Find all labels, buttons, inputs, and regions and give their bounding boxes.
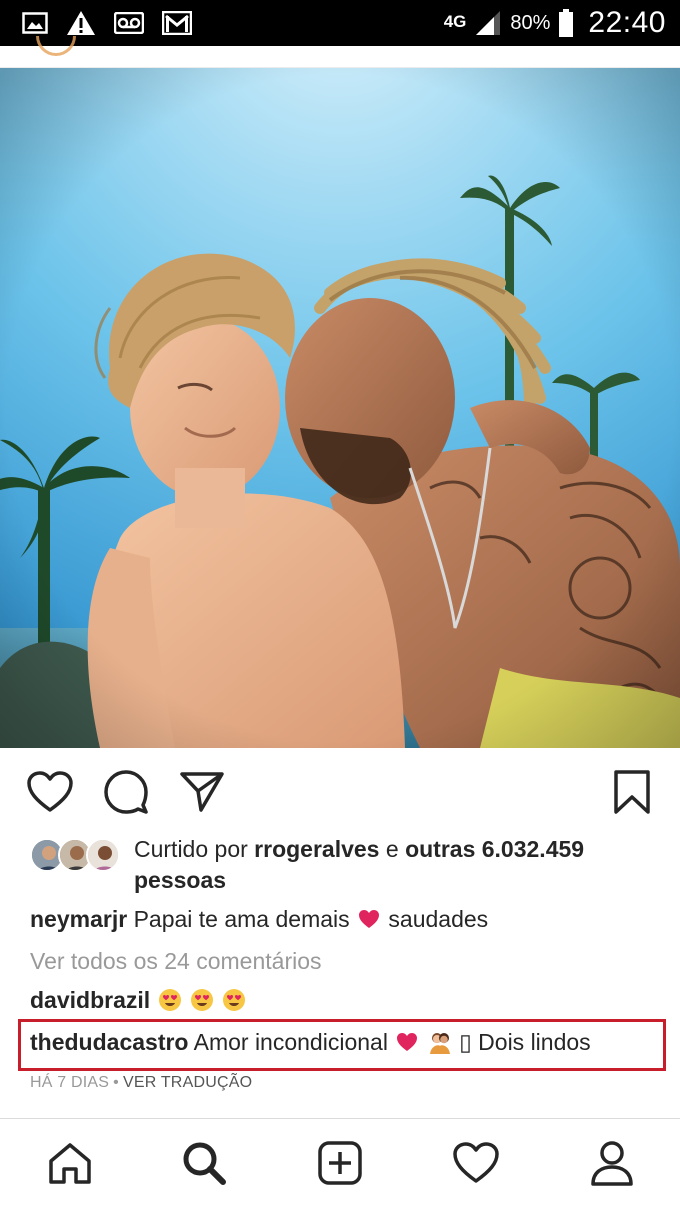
red-heart-emoji-icon — [397, 1033, 418, 1051]
likes-prefix: Curtido por — [134, 836, 248, 862]
comment-text-before: Amor incondicional — [193, 1029, 388, 1055]
view-all-comments-link[interactable]: Ver todos os 24 comentários — [30, 945, 322, 977]
comment-icon[interactable] — [102, 768, 150, 816]
caption-text-before: Papai te ama demais — [133, 906, 350, 932]
story-ring — [36, 36, 76, 56]
red-heart-emoji-icon — [359, 910, 380, 928]
avatar — [86, 838, 120, 872]
bookmark-icon[interactable] — [608, 768, 656, 816]
profile-icon[interactable] — [586, 1139, 638, 1187]
heart-eyes-emoji-icon — [190, 989, 213, 1011]
clock: 22:40 — [588, 6, 666, 39]
battery-icon — [558, 9, 574, 37]
liker-username[interactable]: rrogeralves — [254, 836, 379, 862]
heart-icon[interactable] — [26, 768, 74, 816]
status-bar: 4G 80% 22:40 — [0, 0, 680, 46]
gallery-icon — [22, 12, 48, 34]
heart-eyes-emoji-icon — [223, 989, 246, 1011]
bottom-navigation — [0, 1118, 680, 1207]
hugging-people-emoji-icon — [429, 1033, 450, 1054]
post-header-strip — [0, 36, 680, 68]
post-caption: neymarjr Papai te ama demais saudades — [30, 903, 660, 935]
post-photo-illustration — [0, 68, 680, 748]
comment-text-after: Dois lindos — [478, 1029, 591, 1055]
post-photo[interactable] — [0, 68, 680, 748]
comment: thedudacastro Amor incondicional ▯ Dois … — [30, 1026, 591, 1058]
warning-icon — [66, 10, 96, 36]
caption-text-after: saudades — [388, 906, 489, 932]
likes-conjunction: e — [385, 836, 399, 862]
post-meta: HÁ 7 DIAS • VER TRADUÇÃO — [30, 1072, 252, 1094]
comment: davidbrazil — [30, 984, 247, 1016]
missing-glyph: ▯ — [459, 1029, 472, 1055]
activity-heart-icon[interactable] — [450, 1139, 502, 1187]
search-icon[interactable] — [178, 1139, 230, 1187]
comment-username[interactable]: thedudacastro — [30, 1029, 188, 1055]
home-icon[interactable] — [44, 1139, 96, 1187]
battery-percentage: 80% — [510, 11, 551, 34]
caption-username[interactable]: neymarjr — [30, 906, 127, 932]
gmail-icon — [162, 11, 192, 35]
signal-icon — [474, 11, 502, 35]
separator: • — [113, 1074, 119, 1091]
network-type-label: 4G — [443, 11, 467, 31]
heart-eyes-emoji-icon — [158, 989, 181, 1011]
share-icon[interactable] — [178, 768, 226, 816]
likes-text[interactable]: Curtido por rrogeralves e outras 6.032.4… — [134, 834, 664, 896]
see-translation-link[interactable]: VER TRADUÇÃO — [123, 1074, 252, 1091]
voicemail-icon — [114, 12, 144, 34]
add-post-icon[interactable] — [314, 1139, 366, 1187]
post-action-bar — [0, 760, 680, 820]
comment-username[interactable]: davidbrazil — [30, 987, 150, 1013]
post-timestamp: HÁ 7 DIAS — [30, 1074, 110, 1091]
likers-avatars[interactable] — [30, 838, 122, 874]
